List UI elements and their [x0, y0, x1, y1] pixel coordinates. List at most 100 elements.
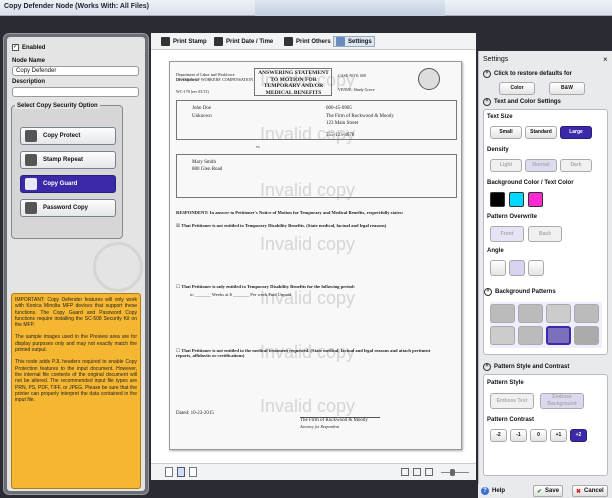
help-button[interactable]: ? Help — [478, 485, 508, 497]
enabled-label: Enabled — [22, 44, 46, 51]
pattern-style-settings: Pattern Style Emboss Text Emboss Backgro… — [483, 374, 608, 476]
angle-option-1[interactable] — [490, 260, 506, 276]
pattern-option-1[interactable] — [490, 304, 515, 323]
chevron-up-icon: ^ — [483, 98, 491, 106]
overwrite-front[interactable]: Front — [490, 226, 524, 242]
bw-defaults-button[interactable]: B&W — [549, 82, 585, 95]
document-preview: Invalid copy Invalid copy Invalid copy I… — [169, 61, 462, 450]
phone-value: 555-123-4678 — [326, 133, 355, 138]
density-light[interactable]: Light — [490, 159, 522, 172]
node-name-label: Node Name — [12, 58, 46, 64]
fit-width-icon[interactable] — [413, 468, 421, 476]
text-size-large[interactable]: Large — [560, 126, 592, 139]
color-swatch-magenta[interactable] — [528, 192, 543, 207]
item-2: ☐ That Petitioner is only entitled to Te… — [176, 284, 444, 289]
option-stamp-repeat[interactable]: Stamp Repeat — [20, 151, 116, 169]
item-3-text: That Petitioner is not entitled to the m… — [176, 348, 431, 358]
section-label: Text and Color Settings — [494, 99, 561, 105]
pattern-option-8[interactable] — [574, 326, 599, 345]
password-copy-icon — [25, 202, 37, 214]
emboss-background-button[interactable]: Emboss Background — [540, 393, 584, 409]
restore-defaults-row[interactable]: ^ Click to restore defaults for — [483, 70, 609, 78]
emboss-text-button[interactable]: Emboss Text — [490, 393, 534, 409]
print-others-tab[interactable]: Print Others — [284, 36, 331, 47]
form-number: WC-170 (rev 03/15) — [176, 89, 209, 94]
page-active-icon[interactable] — [177, 467, 185, 477]
preview-toolbar: Print Stamp Print Date / Time Print Othe… — [151, 33, 476, 50]
item-1-text: That Petitioner is not entitled to Tempo… — [181, 223, 387, 228]
pattern-style-section-header[interactable]: ^ Pattern Style and Contrast — [483, 363, 609, 371]
section-label: Pattern Style and Contrast — [494, 364, 570, 370]
petitioner-name: John Doe — [192, 106, 212, 111]
close-icon[interactable]: × — [603, 55, 608, 64]
tab-label: Print Others — [296, 38, 331, 45]
page-icon[interactable] — [189, 467, 197, 477]
text-size-standard[interactable]: Standard — [525, 126, 557, 139]
overwrite-back[interactable]: Back — [528, 226, 562, 242]
option-copy-protect[interactable]: Copy Protect — [20, 127, 116, 145]
angle-option-2[interactable] — [509, 260, 525, 276]
left-panel-inner: ✓ Enabled Node Name Copy Defender Descri… — [7, 37, 145, 491]
text-size-small[interactable]: Small — [490, 126, 522, 139]
fit-page-icon[interactable] — [401, 468, 409, 476]
text-color-section-header[interactable]: ^ Text and Color Settings — [483, 98, 609, 106]
page-icon[interactable] — [165, 467, 173, 477]
enabled-checkbox[interactable]: ✓ — [12, 44, 19, 51]
zoom-slider[interactable] — [441, 472, 469, 473]
calendar-icon — [214, 37, 223, 46]
description-label: Description — [12, 79, 46, 85]
enabled-row[interactable]: ✓ Enabled — [12, 44, 45, 51]
case-number: CASE NO'S: 000 — [338, 73, 367, 78]
description-input[interactable] — [12, 87, 139, 97]
respondent-box — [176, 154, 457, 198]
option-copy-guard[interactable]: Copy Guard — [20, 175, 116, 193]
contrast-plus-1[interactable]: +1 — [550, 429, 567, 442]
pattern-option-2[interactable] — [518, 304, 543, 323]
color-swatch-black[interactable] — [490, 192, 505, 207]
vs-text: vs — [256, 144, 260, 149]
density-label: Density — [487, 147, 509, 153]
pattern-option-7-selected[interactable] — [546, 326, 571, 345]
cancel-button[interactable]: ✖ Cancel — [572, 485, 608, 497]
color-swatch-cyan[interactable] — [509, 192, 524, 207]
copy-guard-icon — [25, 178, 37, 190]
color-defaults-button[interactable]: Color — [499, 82, 535, 95]
density-dark[interactable]: Dark — [560, 159, 592, 172]
pattern-option-4[interactable] — [574, 304, 599, 323]
print-stamp-tab[interactable]: Print Stamp — [161, 36, 207, 47]
contrast-plus-2[interactable]: +2 — [570, 429, 587, 442]
pattern-option-6[interactable] — [518, 326, 543, 345]
petitioner-address: Unknown — [192, 114, 212, 119]
density-normal[interactable]: Normal — [525, 159, 557, 172]
background-patterns-header[interactable]: ^ Background Patterns — [484, 288, 610, 296]
copy-protect-icon — [25, 130, 37, 142]
item-2-text: That Petitioner is only entitled to Temp… — [181, 284, 355, 289]
pattern-option-5[interactable] — [490, 326, 515, 345]
save-button[interactable]: ✔ Save — [533, 485, 564, 497]
angle-option-3[interactable] — [528, 260, 544, 276]
option-label: Password Copy — [43, 205, 89, 211]
settings-panel: Settings × ^ Click to restore defaults fo… — [478, 51, 612, 485]
chevron-up-icon: ^ — [483, 70, 491, 78]
help-label: Help — [492, 488, 506, 494]
printer-icon — [284, 37, 293, 46]
note-paragraph: The sample images used in the Preview ar… — [15, 334, 137, 354]
item-2-period: to _______ Weeks at $ _______ Per week P… — [190, 292, 292, 297]
contrast-minus-2[interactable]: -2 — [490, 429, 507, 442]
settings-tab[interactable]: Settings — [333, 36, 375, 47]
pattern-style-label: Pattern Style — [487, 380, 524, 386]
restore-label: Click to restore defaults for — [494, 71, 573, 77]
zoom-slider-thumb[interactable] — [450, 469, 455, 476]
attorney-address: 123 Main Street — [326, 121, 359, 126]
option-password-copy[interactable]: Password Copy — [20, 199, 116, 217]
tab-label: Print Stamp — [173, 38, 207, 45]
contrast-0[interactable]: 0 — [530, 429, 547, 442]
contrast-minus-1[interactable]: -1 — [510, 429, 527, 442]
pattern-option-3[interactable] — [546, 304, 571, 323]
actual-size-icon[interactable] — [425, 468, 433, 476]
node-name-input[interactable]: Copy Defender — [12, 66, 139, 76]
dialog-buttons: ? Help ✔ Save ✖ Cancel — [478, 484, 612, 498]
security-option-group: Select Copy Security Option Copy Protect… — [11, 103, 123, 239]
color-swatches — [490, 192, 560, 208]
print-date-time-tab[interactable]: Print Date / Time — [214, 36, 273, 47]
